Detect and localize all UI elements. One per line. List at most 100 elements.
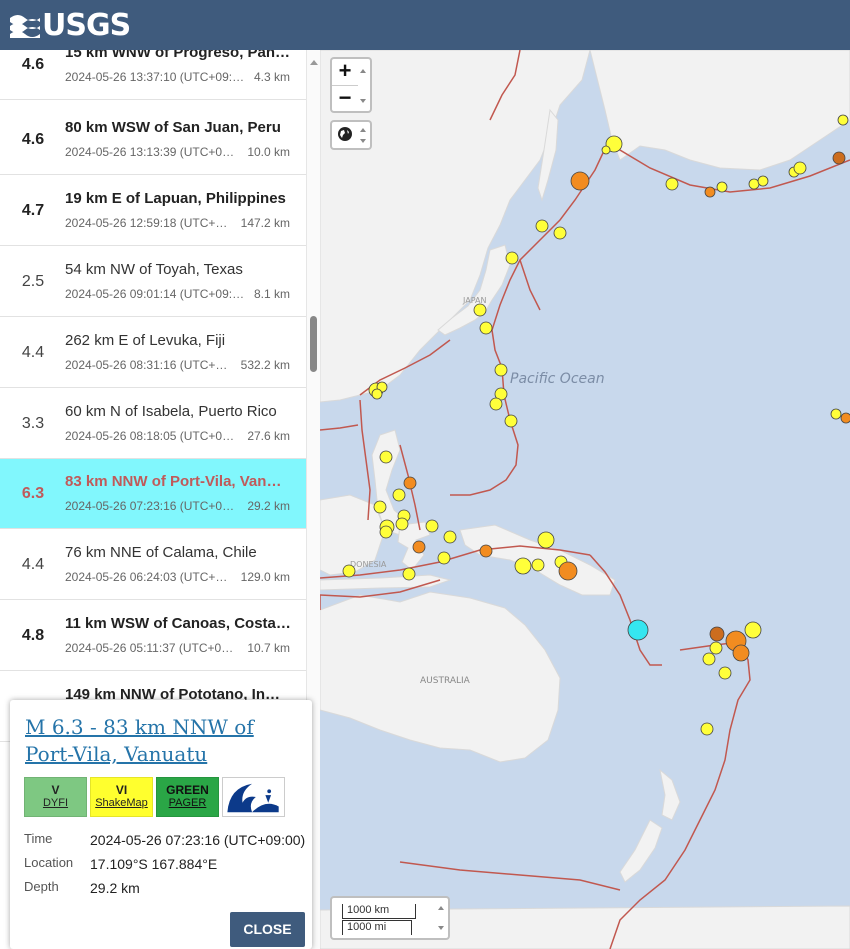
- eq-depth: 147.2 km: [240, 216, 290, 230]
- tsunami-icon: [227, 783, 279, 813]
- scroll-up-arrow-icon[interactable]: [310, 60, 318, 65]
- earthquake-marker[interactable]: [537, 531, 555, 549]
- chevron-up-icon[interactable]: [360, 128, 366, 132]
- eq-place: 60 km N of Isabela, Puerto Rico: [65, 403, 277, 420]
- earthquake-marker[interactable]: [558, 561, 578, 581]
- layers-control[interactable]: [330, 120, 372, 150]
- eq-place: 262 km E of Levuka, Fiji: [65, 332, 226, 349]
- earthquake-marker[interactable]: [379, 525, 393, 539]
- earthquake-marker[interactable]: [840, 412, 850, 424]
- list-item[interactable]: 4.4 76 km NNE of Calama, Chile 2024-05-2…: [0, 530, 306, 600]
- eq-place: 19 km E of Lapuan, Philippines: [65, 190, 286, 207]
- earthquake-marker[interactable]: [379, 450, 393, 464]
- eq-magnitude: 4.6: [21, 131, 45, 148]
- zoom-in-button[interactable]: +: [332, 59, 358, 86]
- eq-depth: 8.1 km: [253, 287, 290, 301]
- earthquake-marker[interactable]: [744, 621, 762, 639]
- shakemap-value: VI: [115, 783, 128, 797]
- earthquake-marker[interactable]: [793, 161, 807, 175]
- map-canvas[interactable]: JAPAN Pacific Ocean DONESIA AUSTRALIA: [320, 50, 850, 949]
- earthquake-marker[interactable]: [553, 226, 567, 240]
- earthquake-marker[interactable]: [702, 652, 716, 666]
- earthquake-marker[interactable]: [395, 517, 409, 531]
- list-item[interactable]: 4.8 11 km WSW of Canoas, Costa… 2024-05-…: [0, 601, 306, 671]
- earthquake-marker[interactable]: [505, 251, 519, 265]
- chevron-down-icon[interactable]: [360, 99, 366, 103]
- earthquake-marker[interactable]: [494, 363, 508, 377]
- earthquake-marker[interactable]: [704, 186, 716, 198]
- earthquake-marker[interactable]: [716, 181, 728, 193]
- earthquake-marker[interactable]: [570, 171, 590, 191]
- earthquake-marker[interactable]: [392, 488, 406, 502]
- eq-magnitude: 4.8: [21, 627, 45, 644]
- eq-magnitude: 6.3: [21, 485, 45, 502]
- earthquake-marker[interactable]: [443, 530, 457, 544]
- shakemap-label[interactable]: ShakeMap: [91, 797, 152, 809]
- location-label: Location: [24, 855, 74, 870]
- earthquake-marker[interactable]: [425, 519, 439, 533]
- earthquake-marker[interactable]: [514, 557, 532, 575]
- indonesia-label: DONESIA: [350, 560, 387, 569]
- earthquake-marker[interactable]: [373, 500, 387, 514]
- earthquake-marker[interactable]: [832, 151, 846, 165]
- list-item[interactable]: 2.5 54 km NW of Toyah, Texas 2024-05-26 …: [0, 247, 306, 317]
- tsunami-badge[interactable]: [222, 777, 285, 817]
- earthquake-marker[interactable]: [504, 414, 518, 428]
- earthquake-marker[interactable]: [732, 644, 750, 662]
- earthquake-marker[interactable]: [748, 178, 760, 190]
- earthquake-marker[interactable]: [837, 114, 849, 126]
- earthquake-marker[interactable]: [718, 666, 732, 680]
- list-item[interactable]: 3.3 60 km N of Isabela, Puerto Rico 2024…: [0, 389, 306, 459]
- list-item[interactable]: 4.6 80 km WSW of San Juan, Peru 2024-05-…: [0, 105, 306, 175]
- list-item[interactable]: 4.7 19 km E of Lapuan, Philippines 2024-…: [0, 176, 306, 246]
- eq-place: 76 km NNE of Calama, Chile: [65, 544, 257, 561]
- earthquake-marker[interactable]: [709, 626, 725, 642]
- eq-place: 15 km WNW of Progreso, Pan…: [65, 50, 291, 61]
- earthquake-popup: M 6.3 - 83 km NNW of Port-Vila, Vanuatu …: [10, 700, 312, 949]
- earthquake-marker[interactable]: [665, 177, 679, 191]
- earthquake-marker[interactable]: [531, 558, 545, 572]
- earthquake-marker[interactable]: [627, 619, 649, 641]
- usgs-logo[interactable]: USGS: [10, 7, 131, 43]
- earthquake-marker[interactable]: [473, 303, 487, 317]
- earthquake-marker[interactable]: [412, 540, 426, 554]
- pager-label[interactable]: PAGER: [157, 797, 218, 809]
- scale-km-label: 1000 km: [342, 904, 416, 919]
- dyfi-badge[interactable]: V DYFI: [24, 777, 87, 817]
- globe-icon[interactable]: [337, 126, 353, 142]
- eq-time: 2024-05-26 06:24:03 (UTC+…: [65, 570, 228, 584]
- pager-badge[interactable]: GREEN PAGER: [156, 777, 219, 817]
- earthquake-marker[interactable]: [342, 564, 356, 578]
- earthquake-marker[interactable]: [489, 397, 503, 411]
- close-button[interactable]: CLOSE: [230, 912, 305, 947]
- usgs-wave-icon: [10, 15, 40, 38]
- logo-text: USGS: [42, 7, 131, 43]
- chevron-down-icon[interactable]: [360, 139, 366, 143]
- earthquake-marker[interactable]: [371, 388, 383, 400]
- earthquake-marker[interactable]: [437, 551, 451, 565]
- earthquake-marker[interactable]: [402, 567, 416, 581]
- list-item[interactable]: 4.6 15 km WNW of Progreso, Pan… 2024-05-…: [0, 50, 306, 100]
- scale-mi-label: 1000 mi: [342, 920, 412, 935]
- shakemap-badge[interactable]: VI ShakeMap: [90, 777, 153, 817]
- zoom-out-button[interactable]: −: [332, 86, 358, 112]
- earthquake-marker[interactable]: [535, 219, 549, 233]
- earthquake-marker[interactable]: [601, 145, 611, 155]
- popup-title-link[interactable]: M 6.3 - 83 km NNW of Port-Vila, Vanuatu: [25, 714, 295, 768]
- dyfi-label[interactable]: DYFI: [25, 797, 86, 809]
- chevron-down-icon[interactable]: [438, 926, 444, 930]
- earthquake-marker[interactable]: [700, 722, 714, 736]
- list-item-selected[interactable]: 6.3 83 km NNW of Port-Vila, Van… 2024-05…: [0, 459, 306, 529]
- earthquake-marker[interactable]: [709, 641, 723, 655]
- list-item[interactable]: 4.4 262 km E of Levuka, Fiji 2024-05-26 …: [0, 318, 306, 388]
- earthquake-marker[interactable]: [479, 544, 493, 558]
- chevron-up-icon[interactable]: [360, 69, 366, 73]
- chevron-up-icon[interactable]: [438, 906, 444, 910]
- scroll-thumb[interactable]: [310, 316, 317, 372]
- earthquake-marker[interactable]: [403, 476, 417, 490]
- eq-time: 2024-05-26 13:37:10 (UTC+09:…: [65, 70, 245, 84]
- scale-control: 1000 km 1000 mi: [330, 896, 450, 940]
- earthquake-marker[interactable]: [479, 321, 493, 335]
- earthquake-marker[interactable]: [830, 408, 842, 420]
- earthquake-marker[interactable]: [757, 175, 769, 187]
